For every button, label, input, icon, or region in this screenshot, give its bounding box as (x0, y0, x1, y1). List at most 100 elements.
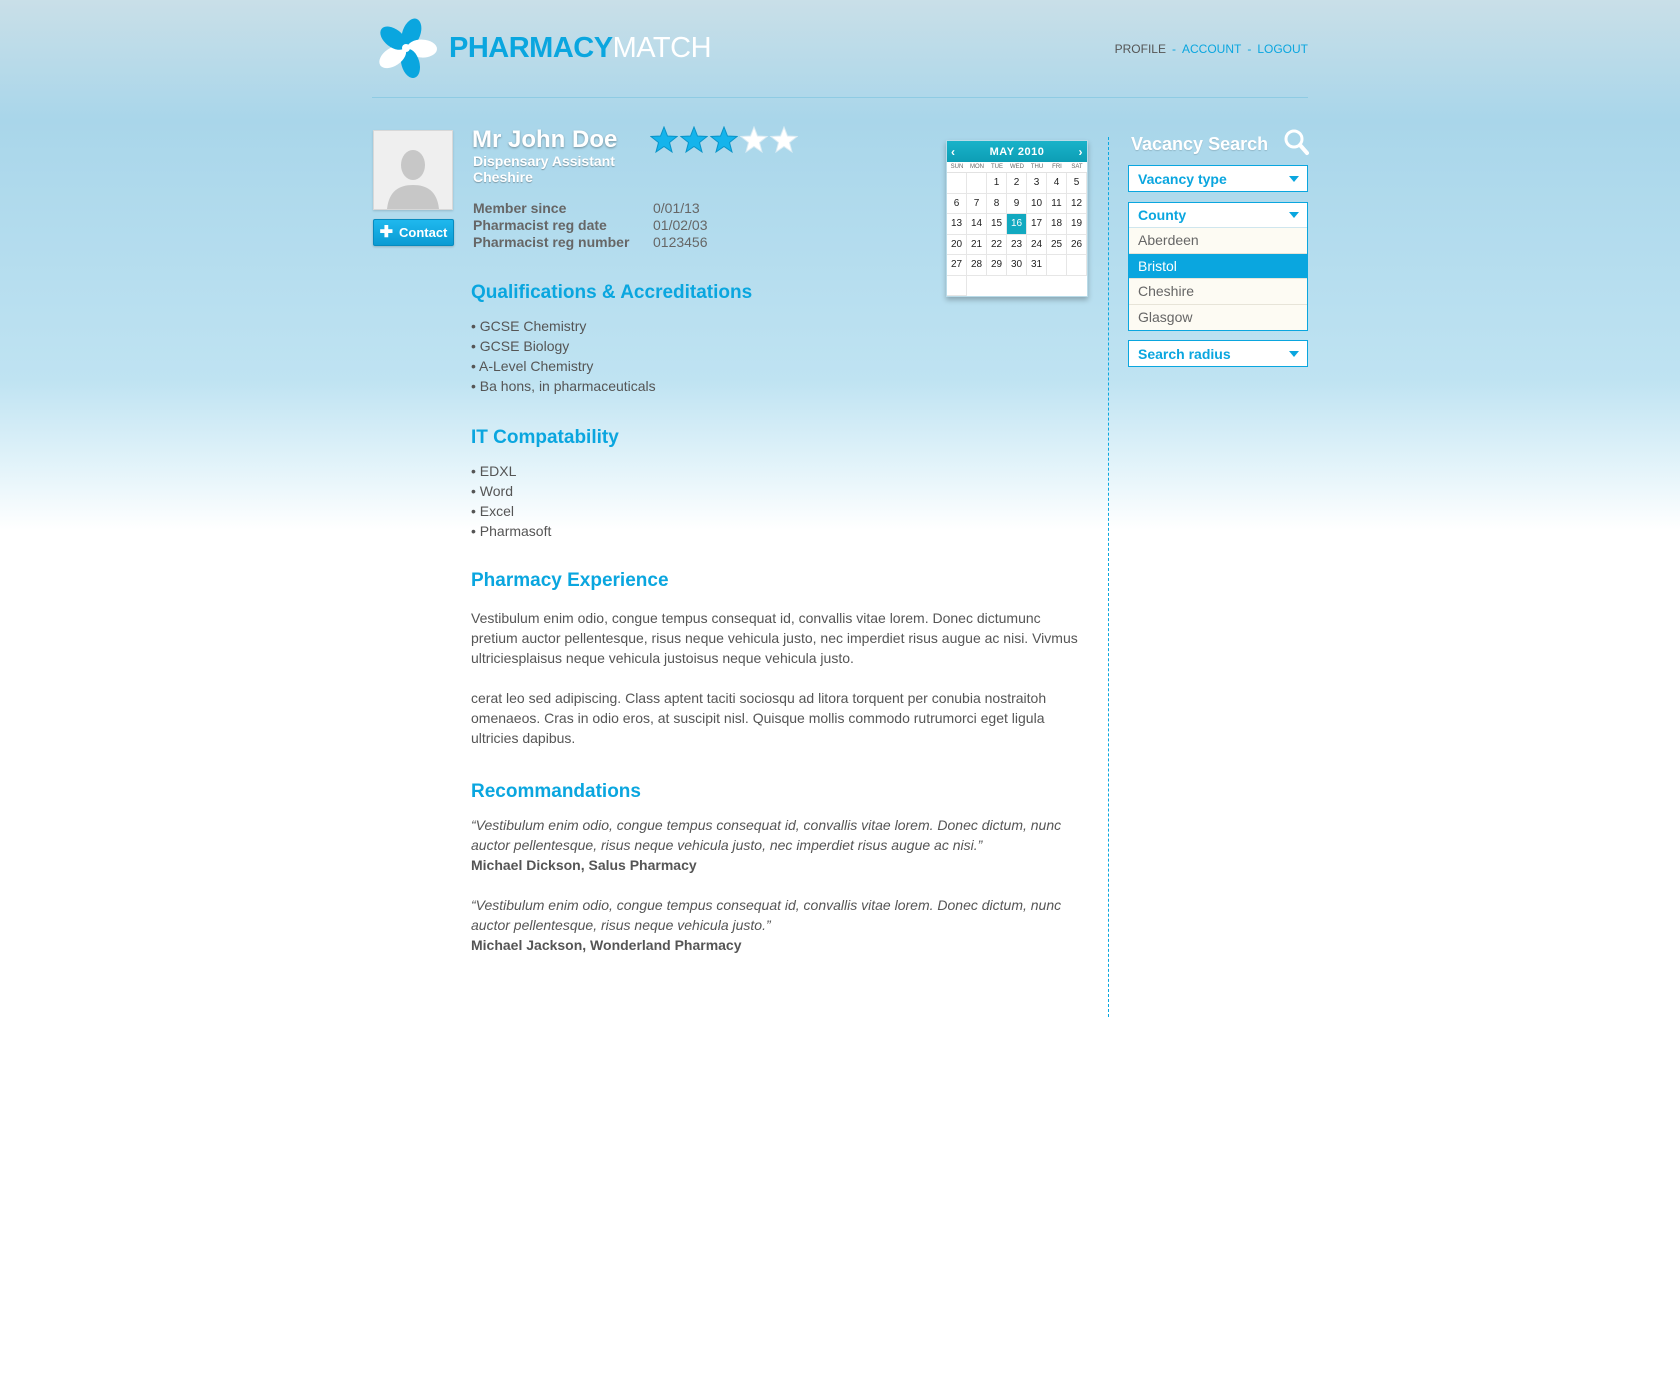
calendar-grid: 1 2 3 4 5 6 7 8 9 10 11 12 13 14 15 16 17 18 19 20 21 22 23 24 2… (947, 173, 1087, 296)
it-skill-item: • EDXL (471, 463, 517, 479)
calendar-day[interactable]: 24 (1027, 234, 1047, 255)
county-option[interactable]: Bristol (1129, 253, 1307, 279)
county-options: Aberdeen Bristol Cheshire Glasgow (1129, 228, 1307, 330)
chevron-right-icon[interactable]: › (1078, 145, 1083, 159)
section-title-qualifications: Qualifications & Accreditations (471, 282, 753, 303)
section-title-it: IT Compatability (471, 427, 619, 448)
calendar-day[interactable]: 7 (967, 193, 987, 214)
contact-button-label: Contact (399, 225, 448, 240)
calendar-day-today[interactable]: 16 (1007, 214, 1027, 235)
qualifications-section: Qualifications & Accreditations • GCSE C… (471, 282, 1081, 396)
star-filled-icon (710, 126, 738, 154)
star-filled-icon (680, 126, 708, 154)
calendar-day[interactable]: 23 (1007, 234, 1027, 255)
calendar-day[interactable]: 31 (1027, 255, 1047, 276)
calendar-day[interactable]: 3 (1027, 173, 1047, 194)
county-option[interactable]: Aberdeen (1129, 228, 1307, 254)
qualification-item: • A-Level Chemistry (471, 358, 594, 374)
star-empty-icon (770, 126, 798, 154)
avatar (373, 130, 453, 210)
vacancy-type-select[interactable]: Vacancy type (1128, 165, 1308, 192)
qualification-item: • GCSE Chemistry (471, 318, 587, 334)
calendar-dow-label: MON (970, 164, 984, 170)
calendar-day[interactable]: 8 (987, 193, 1007, 214)
chevron-left-icon[interactable]: ‹ (951, 145, 956, 159)
calendar-day[interactable]: 2 (1007, 173, 1027, 194)
caret-down-icon (1289, 212, 1299, 218)
qualification-item: • GCSE Biology (471, 338, 570, 354)
calendar-day[interactable]: 6 (947, 193, 967, 214)
nav-account-link[interactable]: ACCOUNT (1182, 42, 1241, 56)
calendar-day[interactable]: 13 (947, 214, 967, 235)
nav-profile-link[interactable]: PROFILE (1115, 42, 1166, 56)
experience-paragraph: cerat leo sed adipiscing. Class aptent t… (471, 690, 1047, 746)
it-skill-item: • Word (471, 483, 513, 499)
meta-label: Pharmacist reg number (473, 234, 630, 250)
calendar-day[interactable]: 27 (947, 255, 967, 276)
calendar-day[interactable]: 11 (1047, 193, 1067, 214)
meta-value: 0123456 (653, 234, 708, 250)
caret-down-icon (1289, 175, 1299, 182)
star-filled-icon (650, 126, 678, 154)
calendar-day (967, 173, 987, 194)
meta-value: 01/02/03 (653, 217, 708, 233)
calendar-day (1067, 255, 1087, 276)
calendar-day[interactable]: 14 (967, 214, 987, 235)
recommendation-author: Michael Jackson, Wonderland Pharmacy (471, 937, 742, 953)
recommendations-section: Recommandations “Vestibulum enim odio, c… (471, 781, 1081, 955)
calendar-day[interactable]: 10 (1027, 193, 1047, 214)
qualifications-list: • GCSE Chemistry • GCSE Biology • A-Level … (471, 316, 1081, 396)
brand-strong: PHARMACY (449, 31, 613, 64)
county-option[interactable]: Cheshire (1129, 279, 1307, 305)
calendar-day[interactable]: 21 (967, 234, 987, 255)
meta-label: Member since (473, 200, 567, 216)
calendar-day[interactable]: 25 (1047, 234, 1067, 255)
rating-stars (650, 126, 798, 154)
county-select[interactable]: County (1129, 203, 1307, 228)
county-option[interactable]: Glasgow (1129, 305, 1307, 331)
calendar-day[interactable]: 9 (1007, 193, 1027, 214)
calendar-day[interactable]: 26 (1067, 234, 1087, 255)
county-label: County (1138, 207, 1187, 223)
calendar-header: ‹ MAY 2010 › (947, 141, 1087, 162)
calendar-day[interactable]: 28 (967, 255, 987, 276)
calendar-day[interactable]: 22 (987, 234, 1007, 255)
flower-logo-icon (379, 18, 437, 78)
meta-value: 0/01/13 (653, 200, 700, 216)
meta-row: Pharmacist reg number 0123456 (473, 234, 708, 251)
calendar-day[interactable]: 30 (1007, 255, 1027, 276)
caret-down-icon (1289, 350, 1299, 357)
calendar-dow-label: WED (1010, 164, 1024, 170)
nav-logout-link[interactable]: LOGOUT (1257, 42, 1308, 56)
search-radius-select[interactable]: Search radius (1128, 340, 1308, 367)
calendar-day[interactable]: 17 (1027, 214, 1047, 235)
calendar-day[interactable]: 20 (947, 234, 967, 255)
calendar-day[interactable]: 18 (1047, 214, 1067, 235)
calendar-dow-label: SUN (950, 164, 964, 170)
calendar-dow-label: TUE (991, 164, 1003, 170)
brand-light: MATCH (612, 31, 712, 64)
search-icon[interactable] (1283, 128, 1309, 156)
profile-role-block: Dispensary Assistant Cheshire (473, 153, 615, 185)
profile-name: Mr John Doe (472, 126, 618, 153)
section-title-recommendations: Recommandations (471, 781, 641, 802)
calendar-day[interactable]: 1 (987, 173, 1007, 194)
page: PHARMACYMATCH PROFILE - ACCOUNT - LOGOUT… (0, 0, 1680, 1400)
calendar-day[interactable]: 19 (1067, 214, 1087, 235)
calendar-day (1047, 255, 1067, 276)
brand-name: PHARMACYMATCH (449, 31, 712, 64)
plus-icon: ✚ (379, 223, 393, 241)
it-skill-item: • Excel (471, 503, 515, 519)
calendar-day[interactable]: 5 (1067, 173, 1087, 194)
top-nav: PROFILE - ACCOUNT - LOGOUT (1115, 42, 1308, 56)
calendar-day[interactable]: 4 (1047, 173, 1067, 194)
recommendation-quote: “Vestibulum enim odio, congue tempus con… (471, 817, 1062, 853)
logo[interactable]: PHARMACYMATCH (373, 18, 712, 78)
calendar-day[interactable]: 15 (987, 214, 1007, 235)
calendar-dow-label: THU (1030, 164, 1044, 170)
recommendation-quote: “Vestibulum enim odio, congue tempus con… (471, 897, 1062, 933)
header-divider (372, 97, 1308, 98)
calendar-day[interactable]: 29 (987, 255, 1007, 276)
calendar-day[interactable]: 12 (1067, 193, 1087, 214)
contact-button[interactable]: ✚ Contact (373, 219, 454, 246)
